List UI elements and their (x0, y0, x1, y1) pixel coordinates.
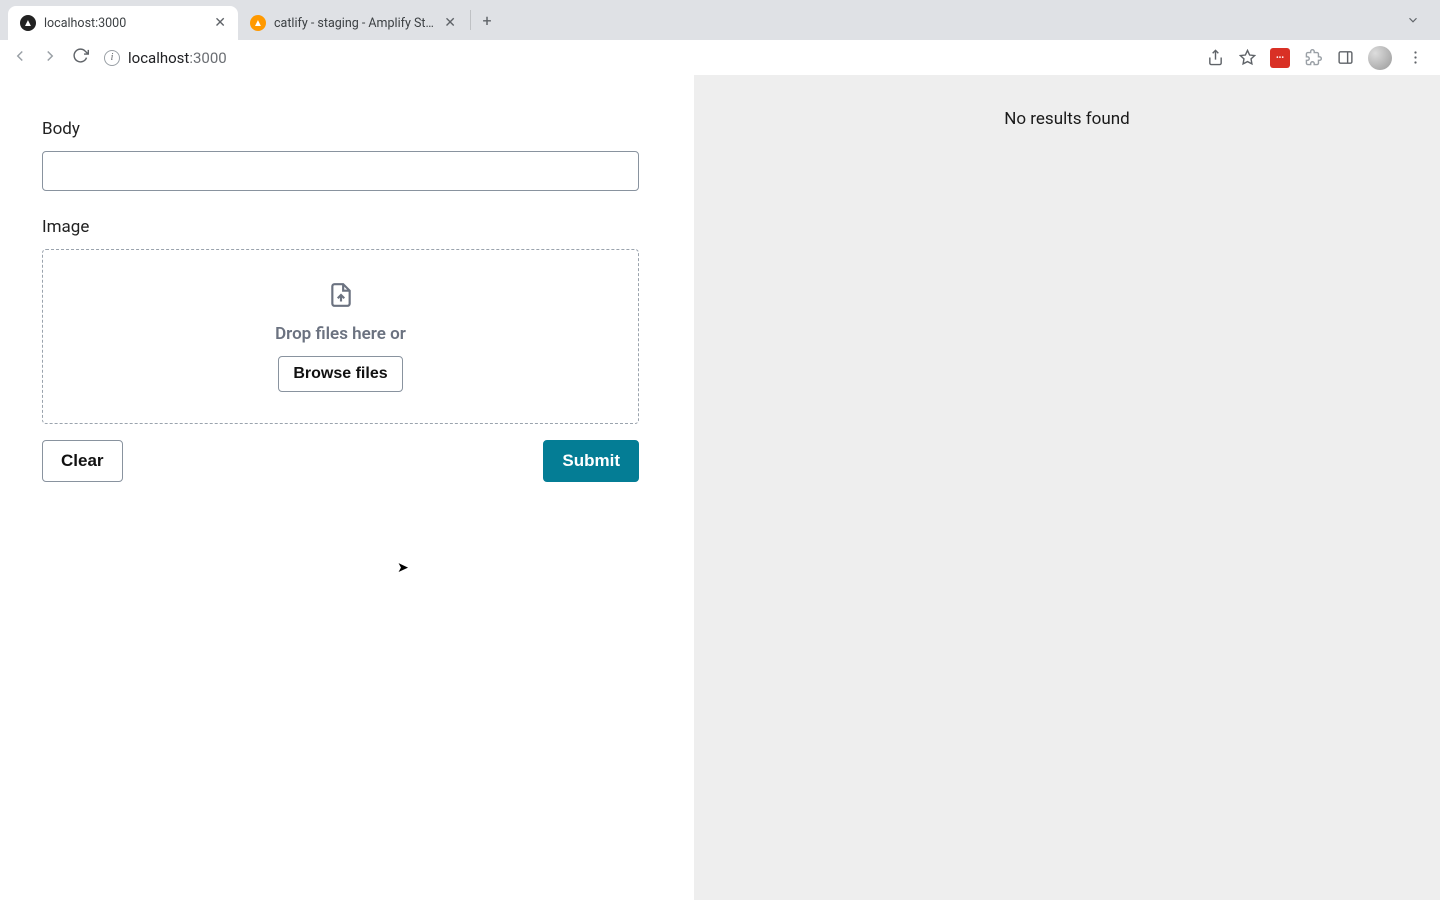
tab-title: localhost:3000 (44, 16, 208, 31)
empty-results-message: No results found (1004, 109, 1129, 900)
extension-icon[interactable]: ••• (1270, 48, 1290, 68)
favicon-icon: ▲ (20, 15, 36, 31)
image-dropzone[interactable]: Drop files here or Browse files (42, 249, 639, 424)
close-icon[interactable]: ✕ (214, 15, 226, 31)
tab-amplify[interactable]: ▲ catlify - staging - Amplify Stud ✕ (238, 6, 468, 40)
share-icon[interactable] (1206, 49, 1224, 67)
tab-strip: ▲ localhost:3000 ✕ ▲ catlify - staging -… (0, 0, 1440, 40)
profile-avatar[interactable] (1368, 46, 1392, 70)
form-panel: Body Image Drop files here or Browse fil… (0, 75, 694, 900)
file-upload-icon (328, 282, 354, 312)
body-label: Body (42, 119, 639, 139)
body-input[interactable] (42, 151, 639, 191)
browse-files-button[interactable]: Browse files (278, 356, 402, 392)
toolbar-right: ••• (1206, 46, 1424, 70)
site-info-icon[interactable]: i (104, 50, 120, 66)
dropzone-text: Drop files here or (275, 324, 406, 344)
address-bar: i localhost:3000 ••• (0, 40, 1440, 75)
favicon-icon: ▲ (250, 15, 266, 31)
form-actions: Clear Submit (42, 440, 639, 482)
url-field[interactable]: i localhost:3000 (100, 49, 1196, 67)
page-content: Body Image Drop files here or Browse fil… (0, 75, 1440, 900)
tab-localhost[interactable]: ▲ localhost:3000 ✕ (8, 6, 238, 40)
new-tab-button[interactable]: + (473, 6, 501, 34)
extensions-icon[interactable] (1304, 49, 1322, 67)
submit-button[interactable]: Submit (543, 440, 639, 482)
body-field: Body (42, 119, 639, 191)
back-icon[interactable] (10, 47, 30, 69)
image-label: Image (42, 217, 639, 237)
image-field: Image Drop files here or Browse files (42, 217, 639, 424)
sidepanel-icon[interactable] (1336, 49, 1354, 67)
reload-icon[interactable] (70, 47, 90, 68)
results-panel: No results found (694, 75, 1440, 900)
star-icon[interactable] (1238, 49, 1256, 67)
tab-title: catlify - staging - Amplify Stud (274, 16, 438, 31)
tab-separator (470, 10, 471, 30)
close-icon[interactable]: ✕ (444, 15, 456, 31)
browser-chrome: ▲ localhost:3000 ✕ ▲ catlify - staging -… (0, 0, 1440, 75)
forward-icon[interactable] (40, 47, 60, 69)
clear-button[interactable]: Clear (42, 440, 123, 482)
chevron-down-icon[interactable] (1406, 12, 1420, 31)
kebab-menu-icon[interactable] (1406, 49, 1424, 67)
url-host: localhost:3000 (128, 49, 227, 67)
